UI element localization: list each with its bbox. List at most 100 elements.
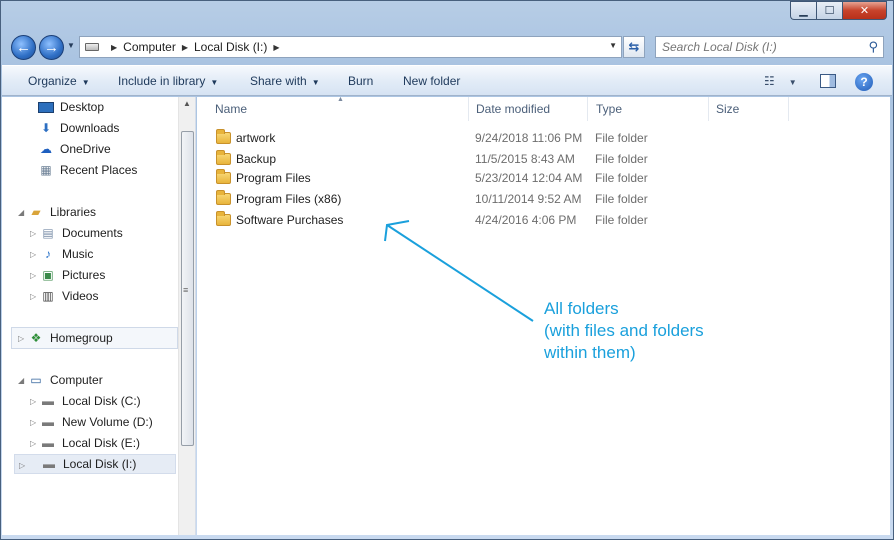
close-button[interactable]: ✕ bbox=[842, 1, 887, 20]
help-button[interactable]: ? bbox=[855, 73, 873, 91]
file-type: File folder bbox=[595, 171, 648, 185]
expand-arrow-icon[interactable]: ▷ bbox=[30, 418, 36, 427]
libraries-icon: ▰ bbox=[31, 205, 41, 219]
include-in-library-label: Include in library bbox=[118, 74, 206, 88]
scrollbar-grip-icon: ≡ bbox=[183, 285, 189, 295]
chevron-right-icon[interactable]: ▶ bbox=[182, 43, 188, 52]
nav-item-label: Homegroup bbox=[50, 331, 113, 345]
details-view-icon: ☷ bbox=[764, 74, 775, 88]
chevron-right-icon[interactable]: ▶ bbox=[111, 43, 117, 52]
nav-item-local-disk-e[interactable]: ▷ ▬ Local Disk (E:) bbox=[30, 433, 140, 453]
expand-arrow-icon[interactable]: ▷ bbox=[19, 461, 25, 470]
nav-item-computer[interactable]: ◢ ▭ Computer bbox=[18, 370, 103, 390]
folder-icon bbox=[216, 190, 231, 205]
forward-button[interactable]: → bbox=[39, 35, 64, 60]
folder-icon bbox=[216, 150, 231, 165]
nav-item-libraries[interactable]: ◢ ▰ Libraries bbox=[18, 202, 96, 222]
address-bar[interactable]: ▶ Computer ▶ Local Disk (I:) ▶ ▼ bbox=[79, 36, 622, 58]
navigation-scrollbar[interactable]: ▲ ≡ bbox=[178, 97, 195, 535]
share-with-label: Share with bbox=[250, 74, 307, 88]
close-icon: ✕ bbox=[859, 5, 870, 17]
nav-item-pictures[interactable]: ▷ ▣ Pictures bbox=[30, 265, 105, 285]
folder-icon bbox=[216, 211, 231, 226]
chevron-down-icon: ▼ bbox=[311, 78, 320, 87]
downloads-icon: ⬇ bbox=[40, 121, 52, 135]
annotation-line: All folders bbox=[544, 299, 619, 318]
change-view-button[interactable]: ☷ ▼ bbox=[764, 74, 797, 88]
file-type: File folder bbox=[595, 213, 648, 227]
homegroup-icon: ❖ bbox=[30, 331, 42, 345]
expand-arrow-icon[interactable]: ▷ bbox=[30, 292, 36, 301]
back-button[interactable]: ← bbox=[11, 35, 36, 60]
nav-item-onedrive[interactable]: ☁ OneDrive bbox=[38, 139, 111, 159]
nav-item-videos[interactable]: ▷ ▥ Videos bbox=[30, 286, 98, 306]
file-date: 11/5/2015 8:43 AM bbox=[475, 152, 575, 166]
maximize-button[interactable]: ☐ bbox=[816, 1, 842, 20]
maximize-icon: ☐ bbox=[824, 5, 835, 17]
file-date: 9/24/2018 11:06 PM bbox=[475, 131, 583, 145]
nav-item-label: Local Disk (I:) bbox=[63, 457, 137, 471]
nav-item-label: Music bbox=[62, 247, 94, 261]
preview-pane-button[interactable] bbox=[820, 74, 836, 88]
annotation-arrow bbox=[384, 220, 534, 322]
nav-item-documents[interactable]: ▷ ▤ Documents bbox=[30, 223, 123, 243]
breadcrumb-local-disk-i[interactable]: Local Disk (I:) bbox=[194, 40, 267, 54]
chevron-down-icon: ▼ bbox=[788, 78, 797, 87]
collapse-arrow-icon[interactable]: ◢ bbox=[18, 376, 24, 385]
recent-places-icon: ▦ bbox=[40, 163, 52, 177]
column-header-name[interactable]: Name bbox=[207, 97, 469, 121]
refresh-button[interactable]: ⇆ bbox=[623, 36, 645, 58]
minimize-button[interactable]: ▁ bbox=[790, 1, 816, 20]
expand-arrow-icon[interactable]: ▷ bbox=[30, 397, 36, 406]
onedrive-icon: ☁ bbox=[40, 142, 52, 156]
nav-item-new-volume-d[interactable]: ▷ ▬ New Volume (D:) bbox=[30, 412, 153, 432]
collapse-arrow-icon[interactable]: ◢ bbox=[18, 208, 24, 217]
expand-arrow-icon[interactable]: ▷ bbox=[30, 439, 36, 448]
breadcrumb-computer[interactable]: Computer bbox=[123, 40, 176, 54]
column-header-type[interactable]: Type bbox=[588, 97, 709, 121]
include-in-library-button[interactable]: Include in library ▼ bbox=[106, 74, 230, 88]
file-name: Program Files (x86) bbox=[236, 192, 342, 206]
explorer-window: ▁ ☐ ✕ ← → ▼ ▶ Computer ▶ Local Disk (I:)… bbox=[0, 0, 894, 540]
file-row[interactable]: Program Files (x86) 10/11/2014 9:52 AM F… bbox=[205, 189, 685, 209]
expand-arrow-icon[interactable]: ▷ bbox=[30, 229, 36, 238]
file-row[interactable]: artwork 9/24/2018 11:06 PM File folder bbox=[205, 128, 685, 148]
file-row[interactable]: Program Files 5/23/2014 12:04 AM File fo… bbox=[205, 168, 685, 188]
file-name: artwork bbox=[236, 131, 276, 145]
scroll-up-arrow-icon[interactable]: ▲ bbox=[183, 99, 191, 108]
nav-item-label: Local Disk (E:) bbox=[62, 436, 141, 450]
expand-arrow-icon[interactable]: ▷ bbox=[30, 250, 36, 259]
nav-item-downloads[interactable]: ⬇ Downloads bbox=[38, 118, 119, 138]
share-with-button[interactable]: Share with ▼ bbox=[238, 74, 332, 88]
nav-item-music[interactable]: ▷ ♪ Music bbox=[30, 244, 93, 264]
nav-item-local-disk-c[interactable]: ▷ ▬ Local Disk (C:) bbox=[30, 391, 141, 411]
expand-arrow-icon[interactable]: ▷ bbox=[30, 271, 36, 280]
annotation-arrow-line bbox=[386, 224, 534, 322]
burn-button[interactable]: Burn bbox=[336, 74, 385, 88]
expand-arrow-icon[interactable]: ▷ bbox=[18, 334, 24, 343]
search-input[interactable] bbox=[662, 40, 857, 54]
nav-item-label: Documents bbox=[62, 226, 123, 240]
annotation-line: (with files and folders bbox=[544, 321, 704, 340]
nav-item-label: OneDrive bbox=[60, 142, 111, 156]
recent-pages-dropdown-icon[interactable]: ▼ bbox=[67, 41, 75, 50]
drive-icon: ▬ bbox=[43, 457, 55, 471]
new-folder-button[interactable]: New folder bbox=[391, 74, 472, 88]
column-header-size[interactable]: Size bbox=[708, 97, 789, 121]
chevron-right-icon[interactable]: ▶ bbox=[273, 43, 279, 52]
nav-item-local-disk-i[interactable]: ▷ ▬ Local Disk (I:) bbox=[14, 454, 176, 474]
search-box[interactable]: ⚲ bbox=[655, 36, 884, 58]
help-icon: ? bbox=[860, 75, 868, 89]
nav-item-homegroup[interactable]: ▷ ❖ Homegroup bbox=[18, 328, 113, 348]
file-type: File folder bbox=[595, 192, 648, 206]
windows-drive-icon: ▬ bbox=[42, 394, 54, 408]
search-icon[interactable]: ⚲ bbox=[868, 39, 878, 55]
file-row[interactable]: Backup 11/5/2015 8:43 AM File folder bbox=[205, 149, 685, 169]
address-history-dropdown-icon[interactable]: ▼ bbox=[609, 41, 617, 50]
column-header-date-modified[interactable]: Date modified bbox=[468, 97, 588, 121]
nav-item-label: Computer bbox=[50, 373, 103, 387]
nav-item-desktop[interactable]: Desktop bbox=[38, 97, 104, 117]
organize-button[interactable]: Organize ▼ bbox=[16, 74, 102, 88]
minimize-icon: ▁ bbox=[799, 5, 808, 17]
nav-item-recent-places[interactable]: ▦ Recent Places bbox=[38, 160, 137, 180]
